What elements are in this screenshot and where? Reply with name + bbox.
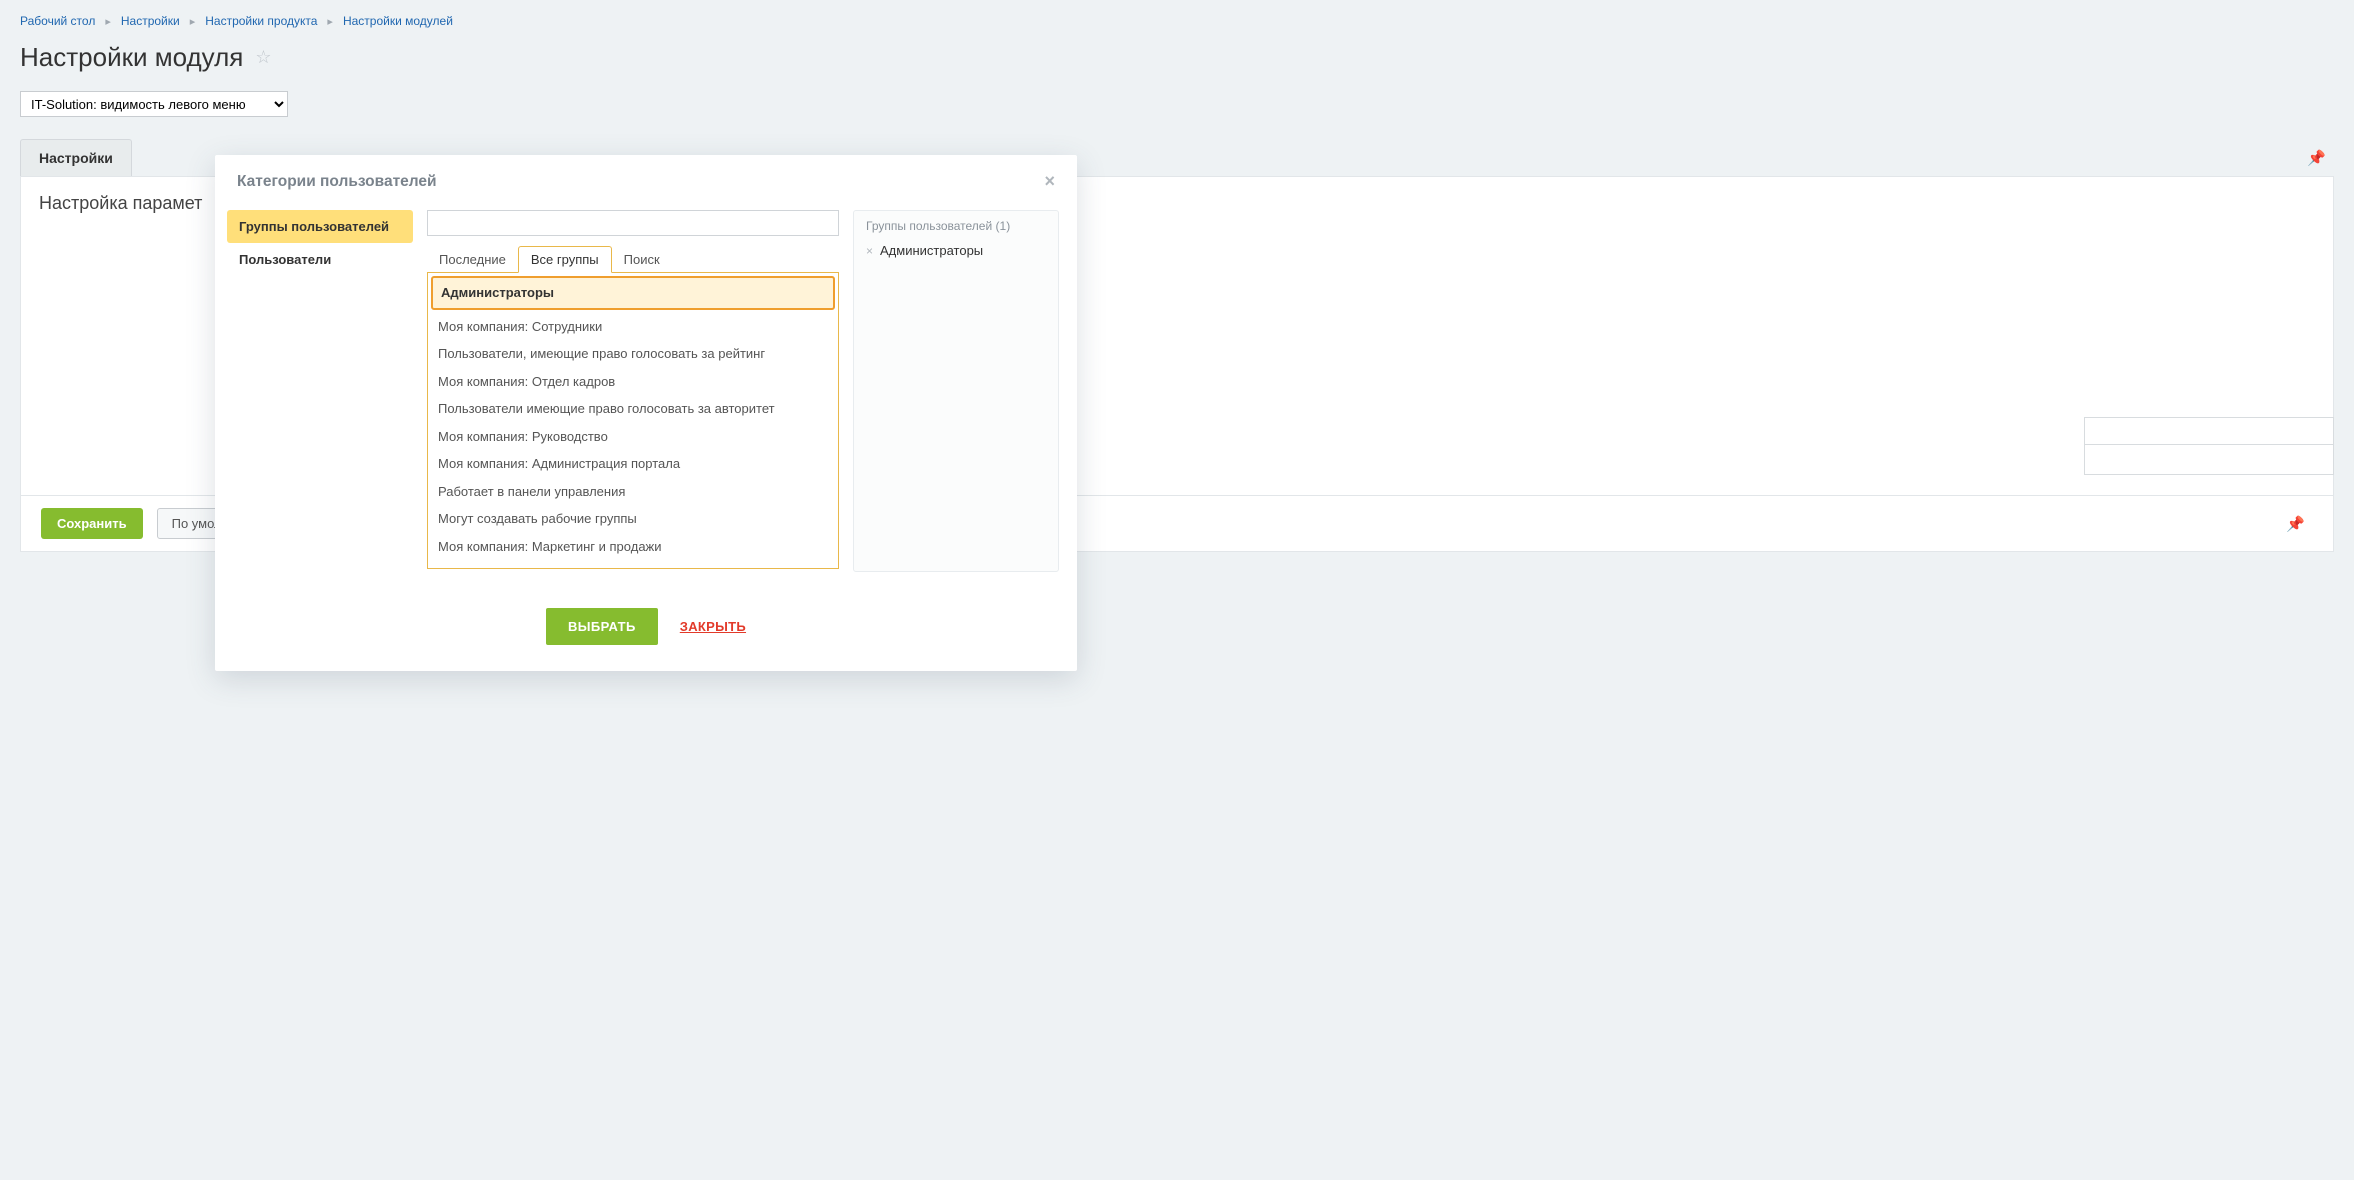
selected-chip: × Администраторы bbox=[866, 241, 1046, 260]
group-item[interactable]: Пользователи, имеющие право голосовать з… bbox=[428, 340, 838, 368]
subtab[interactable]: Поиск bbox=[612, 247, 672, 272]
star-icon[interactable]: ☆ bbox=[255, 47, 271, 68]
side-category-list: Группы пользователейПользователи bbox=[227, 210, 413, 572]
close-icon[interactable]: × bbox=[1044, 171, 1055, 192]
group-item[interactable]: Работает в панели управления bbox=[428, 478, 838, 506]
group-item[interactable]: Могут создавать рабочие группы bbox=[428, 505, 838, 533]
subtab[interactable]: Все группы bbox=[518, 246, 612, 273]
pin-icon[interactable]: 📌 bbox=[2286, 515, 2305, 533]
chevron-right-icon: ▸ bbox=[190, 15, 196, 28]
group-list[interactable]: АдминистраторыМоя компания: СотрудникиПо… bbox=[427, 273, 839, 569]
breadcrumb-item[interactable]: Настройки bbox=[121, 14, 180, 28]
dialog-header: Категории пользователей × bbox=[215, 155, 1077, 206]
group-item[interactable]: Моя компания: Руководство bbox=[428, 423, 838, 451]
chevron-right-icon: ▸ bbox=[327, 15, 333, 28]
save-button[interactable]: Сохранить bbox=[41, 508, 143, 539]
remove-chip-icon[interactable]: × bbox=[866, 244, 873, 258]
selected-panel-title: Группы пользователей (1) bbox=[866, 219, 1046, 233]
chip-label: Администраторы bbox=[880, 243, 983, 258]
close-link[interactable]: ЗАКРЫТЬ bbox=[680, 619, 746, 634]
group-item[interactable]: Моя компания: Отдел кадров bbox=[428, 368, 838, 396]
page-title-row: Настройки модуля ☆ bbox=[20, 42, 2334, 73]
group-item[interactable]: Все покупатели bbox=[428, 560, 838, 569]
underlay-widget bbox=[2084, 417, 2334, 475]
chevron-right-icon: ▸ bbox=[105, 15, 111, 28]
tab-settings[interactable]: Настройки bbox=[20, 139, 132, 176]
subtab[interactable]: Последние bbox=[427, 247, 518, 272]
group-item[interactable]: Администраторы bbox=[431, 276, 835, 310]
group-item[interactable]: Моя компания: Администрация портала bbox=[428, 450, 838, 478]
module-select[interactable]: IT-Solution: видимость левого меню bbox=[20, 91, 288, 117]
breadcrumb-item[interactable]: Настройки модулей bbox=[343, 14, 453, 28]
user-categories-dialog: Категории пользователей × Группы пользов… bbox=[215, 155, 1077, 671]
center-column: ПоследниеВсе группыПоиск Администраторы М… bbox=[427, 210, 839, 572]
page-title: Настройки модуля bbox=[20, 42, 243, 73]
breadcrumb: Рабочий стол ▸ Настройки ▸ Настройки про… bbox=[20, 10, 2334, 32]
subtabs: ПоследниеВсе группыПоиск bbox=[427, 246, 839, 273]
breadcrumb-item[interactable]: Настройки продукта bbox=[205, 14, 317, 28]
dialog-body: Группы пользователейПользователи Последн… bbox=[215, 206, 1077, 590]
group-item[interactable]: Пользователи имеющие право голосовать за… bbox=[428, 395, 838, 423]
breadcrumb-item[interactable]: Рабочий стол bbox=[20, 14, 95, 28]
group-item[interactable]: Моя компания: Маркетинг и продажи bbox=[428, 533, 838, 561]
select-button[interactable]: ВЫБРАТЬ bbox=[546, 608, 658, 645]
pin-icon[interactable]: 📌 bbox=[2307, 149, 2326, 167]
search-input[interactable] bbox=[427, 210, 839, 236]
side-item[interactable]: Пользователи bbox=[227, 243, 413, 276]
dialog-footer: ВЫБРАТЬ ЗАКРЫТЬ bbox=[215, 590, 1077, 671]
dialog-title: Категории пользователей bbox=[237, 173, 437, 191]
group-item[interactable]: Моя компания: Сотрудники bbox=[428, 313, 838, 341]
side-item[interactable]: Группы пользователей bbox=[227, 210, 413, 243]
selected-panel: Группы пользователей (1) × Администраторы bbox=[853, 210, 1059, 572]
